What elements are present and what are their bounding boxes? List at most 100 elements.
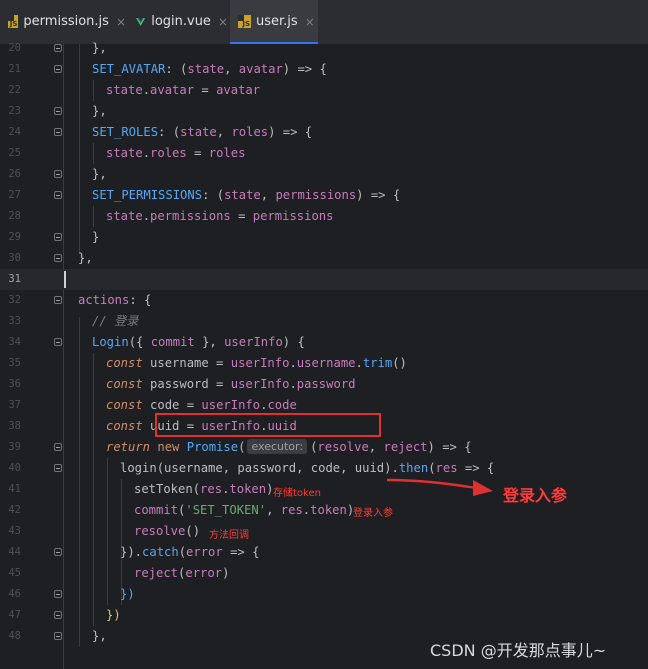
line-number: 47 (8, 609, 21, 621)
code-token: , (266, 503, 281, 517)
tab-user-js[interactable]: JS user.js × (230, 0, 318, 44)
code-token: res (200, 482, 223, 496)
code-token: Promise (186, 440, 239, 454)
code-line: 30 }, (0, 248, 648, 269)
code-token: avatar (216, 83, 261, 97)
code-token: = (230, 209, 253, 223)
tab-label: permission.js (23, 14, 109, 29)
code-token: state (106, 83, 143, 97)
line-number: 25 (8, 147, 21, 159)
code-token: permissions (252, 209, 334, 223)
fold-icon[interactable] (54, 443, 62, 451)
fold-icon[interactable] (54, 254, 62, 262)
code-token: . (142, 146, 151, 160)
code-token: state (187, 62, 225, 76)
code-token: actions (78, 293, 130, 307)
code-token: : ( (202, 188, 225, 202)
line-number: 36 (8, 378, 21, 390)
line-number: 29 (8, 231, 21, 243)
code-token: state (106, 146, 143, 160)
code-token: . (289, 356, 297, 370)
code-line: 44 }).catch(error => { (0, 542, 648, 563)
fold-icon[interactable] (54, 296, 62, 304)
fold-icon[interactable] (54, 548, 62, 556)
code-token: token (229, 482, 267, 496)
annotation-method-callback: 方法回调 (209, 530, 249, 541)
code-line: 46 }) (0, 584, 648, 605)
code-token: code = (142, 398, 202, 412)
code-token: state (180, 125, 217, 139)
current-code-line[interactable]: 31 (0, 269, 648, 290)
code-token: res (280, 503, 303, 517)
fold-icon[interactable] (54, 632, 62, 640)
text-caret (64, 271, 66, 288)
fold-icon[interactable] (54, 107, 62, 115)
code-token: roles (150, 146, 187, 160)
line-number: 44 (8, 546, 21, 558)
fold-icon[interactable] (54, 611, 62, 619)
code-token: }, (92, 104, 107, 118)
code-token: () (392, 356, 407, 370)
code-token: , (224, 62, 239, 76)
code-token: commit (134, 503, 179, 517)
line-number: 43 (8, 525, 21, 537)
line-number: 30 (8, 252, 21, 264)
code-token: , (368, 440, 384, 454)
code-editor[interactable]: 20 }, 21 SET_AVATAR: (state, avatar) => … (0, 41, 648, 669)
code-token: (username, password, code, uuid) (156, 461, 392, 475)
code-token: state (106, 209, 143, 223)
code-line: 23 }, (0, 101, 648, 122)
close-icon[interactable]: × (116, 15, 126, 29)
fold-icon[interactable] (54, 128, 62, 136)
code-token: ) { (282, 335, 305, 349)
code-line: 43 resolve() (0, 521, 648, 542)
code-token: username (296, 356, 356, 370)
code-token: roles (231, 125, 269, 139)
code-token: = (186, 146, 209, 160)
code-token: } (92, 230, 100, 244)
fold-icon[interactable] (54, 590, 62, 598)
code-token: avatar (238, 62, 283, 76)
annotation-login-param-large: 登录入参 (503, 486, 568, 505)
fold-icon[interactable] (54, 44, 62, 52)
code-line: 21 SET_AVATAR: (state, avatar) => { (0, 59, 648, 80)
code-token: }, (78, 251, 93, 265)
code-token: => { (222, 545, 260, 559)
fold-icon[interactable] (54, 170, 62, 178)
line-number: 42 (8, 504, 21, 516)
fold-icon[interactable] (54, 65, 62, 73)
code-token: ) => { (356, 188, 401, 202)
fold-icon[interactable] (54, 464, 62, 472)
code-token: . (289, 377, 297, 391)
line-number: 37 (8, 399, 21, 411)
code-line: 34 Login({ commit }, userInfo) { (0, 332, 648, 353)
js-file-icon: JS (238, 15, 251, 28)
tab-permission-js[interactable]: JS permission.js × (8, 0, 126, 43)
tab-login-vue[interactable]: login.vue × (136, 0, 228, 43)
code-token: roles (208, 146, 246, 160)
code-token: }, (92, 41, 107, 55)
code-comment: // 登录 (92, 314, 139, 328)
tab-label: user.js (256, 14, 298, 29)
fold-icon[interactable] (54, 233, 62, 241)
code-line: 26 }, (0, 164, 648, 185)
code-token: }) (120, 587, 135, 601)
code-token: . (355, 356, 363, 370)
code-token: token (310, 503, 347, 517)
code-token: code (267, 398, 297, 412)
code-token: 'SET_TOKEN' (185, 503, 267, 517)
code-token: return (106, 440, 151, 454)
code-token: SET_ROLES (92, 125, 159, 139)
line-number: 34 (8, 336, 21, 348)
code-token: error (186, 545, 223, 559)
fold-icon[interactable] (54, 191, 62, 199)
fold-icon[interactable] (54, 338, 62, 346)
line-number: 23 (8, 105, 21, 117)
code-token: resolve (134, 524, 186, 538)
line-number: 35 (8, 357, 21, 369)
close-icon[interactable]: × (305, 15, 315, 29)
code-token: Login (92, 335, 129, 349)
close-icon[interactable]: × (218, 15, 228, 29)
code-token: const (106, 419, 143, 433)
